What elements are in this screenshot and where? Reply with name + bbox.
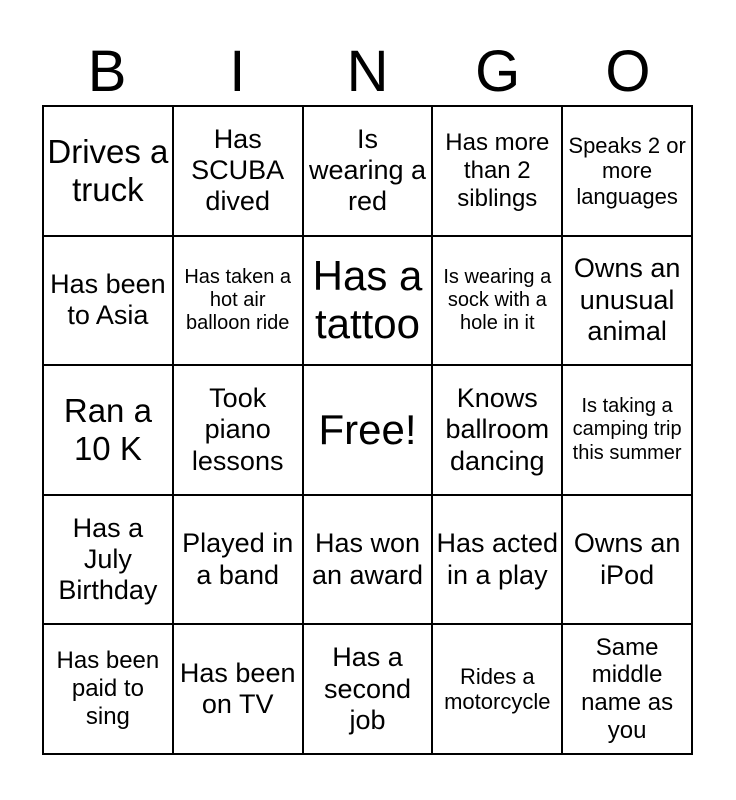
bingo-cell-label: Has a second job (323, 642, 412, 735)
bingo-cell-label: Has a July Birthday (58, 512, 158, 606)
bingo-cell-label: Owns an unusual animal (573, 253, 681, 347)
bingo-cell-label: Drives a truck (47, 132, 169, 208)
bingo-cell-r2-c4[interactable]: Is wearing a sock with a hole in it (433, 236, 564, 367)
bingo-header: BINGO (42, 28, 693, 105)
bingo-cell-label: Free! (318, 405, 417, 453)
bingo-header-letter-o: O (605, 39, 651, 104)
bingo-header-letter-g: G (475, 39, 521, 104)
bingo-header-letter-b: B (87, 39, 127, 104)
bingo-cell-label: Owns an iPod (573, 528, 681, 590)
bingo-cell-r5-c3[interactable]: Has a second job (303, 625, 434, 755)
bingo-cell-label: Same middle name as you (581, 633, 674, 745)
bingo-cell-r3-c2[interactable]: Took piano lessons (173, 366, 304, 496)
bingo-cell-label: Knows ballroom dancing (445, 383, 550, 476)
bingo-cell-r1-c4[interactable]: Has more than 2 siblings (433, 107, 564, 237)
bingo-cell-label: Is wearing a sock with a hole in it (443, 265, 552, 334)
bingo-cell-label: Has been to Asia (50, 269, 166, 331)
bingo-cell-label: Played in a band (182, 528, 294, 590)
bingo-cell-label: Has acted in a play (436, 528, 559, 590)
bingo-cell-label: Has won an award (311, 528, 424, 590)
bingo-cell-r2-c5[interactable]: Owns an unusual animal (563, 236, 693, 367)
bingo-cell-r5-c4[interactable]: Rides a motorcycle (433, 625, 564, 755)
bingo-cell-r1-c2[interactable]: Has SCUBA dived (173, 107, 304, 237)
bingo-cell-r4-c3[interactable]: Has won an award (303, 495, 434, 626)
bingo-cell-r4-c5[interactable]: Owns an iPod (563, 495, 693, 626)
bingo-cell-r3-c5[interactable]: Is taking a camping trip this summer (563, 366, 693, 496)
bingo-header-letter-i: I (229, 39, 246, 104)
bingo-cell-label: Has taken a hot air balloon ride (184, 265, 292, 334)
bingo-cell-label: Has been paid to sing (56, 647, 160, 731)
bingo-cell-r2-c3[interactable]: Has a tattoo (303, 236, 434, 367)
bingo-cell-r3-c1[interactable]: Ran a 10 K (44, 366, 174, 496)
bingo-header-letter-n: N (346, 39, 389, 104)
bingo-cell-label: Speaks 2 or more languages (568, 132, 686, 209)
bingo-cell-r4-c1[interactable]: Has a July Birthday (44, 495, 174, 626)
bingo-cell-label: Rides a motorcycle (444, 663, 551, 715)
bingo-cell-label: Has more than 2 siblings (445, 129, 550, 212)
bingo-cell-label: Took piano lessons (191, 383, 284, 476)
bingo-cell-label: Is wearing a red (308, 123, 427, 217)
bingo-card: BINGO Drives a truck Has SCUBA dived Is we… (0, 0, 736, 800)
bingo-cell-r1-c3[interactable]: Is wearing a red (303, 107, 434, 237)
bingo-cell-r5-c2[interactable]: Has been on TV (173, 625, 304, 755)
bingo-grid: Drives a truck Has SCUBA dived Is wearing … (42, 105, 693, 755)
bingo-cell-label: Has been on TV (179, 657, 296, 720)
bingo-cell-label: Has a tattoo (312, 251, 423, 348)
bingo-cell-r5-c1[interactable]: Has been paid to sing (44, 625, 174, 755)
bingo-cell-r5-c5[interactable]: Same middle name as you (563, 625, 693, 755)
bingo-cell-r3-c4[interactable]: Knows ballroom dancing (433, 366, 564, 496)
bingo-cell-label: Has SCUBA dived (191, 123, 285, 217)
bingo-cell-r1-c1[interactable]: Drives a truck (44, 107, 174, 237)
bingo-cell-r4-c4[interactable]: Has acted in a play (433, 495, 564, 626)
bingo-free-space[interactable]: Free! (303, 366, 434, 496)
bingo-cell-label: Ran a 10 K (63, 391, 152, 467)
bingo-cell-label: Is taking a camping trip this summer (572, 395, 682, 464)
bingo-cell-r2-c2[interactable]: Has taken a hot air balloon ride (173, 236, 304, 367)
bingo-cell-r2-c1[interactable]: Has been to Asia (44, 236, 174, 367)
bingo-cell-r4-c2[interactable]: Played in a band (173, 495, 304, 626)
bingo-cell-r1-c5[interactable]: Speaks 2 or more languages (563, 107, 693, 237)
